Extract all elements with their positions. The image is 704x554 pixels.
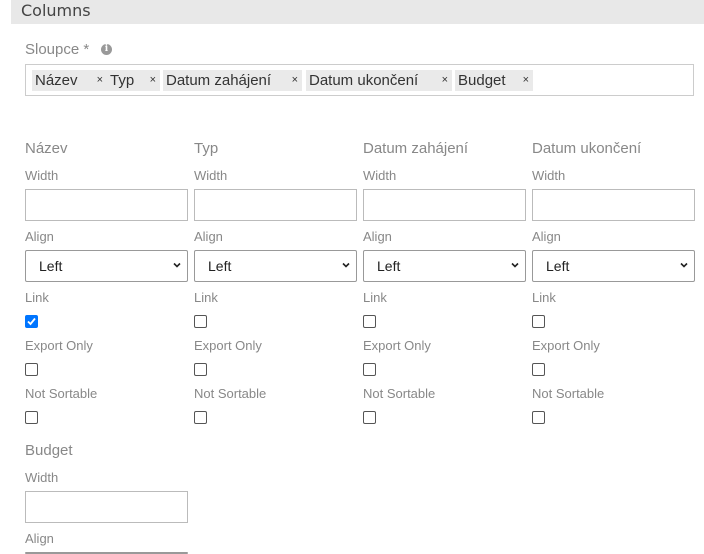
export-only-checkbox[interactable] bbox=[532, 363, 545, 376]
link-checkbox[interactable] bbox=[25, 315, 38, 328]
width-label: Width bbox=[194, 168, 228, 183]
link-checkbox[interactable] bbox=[194, 315, 207, 328]
align-label: Align bbox=[25, 531, 54, 546]
link-checkbox[interactable] bbox=[363, 315, 376, 328]
align-select[interactable]: Left bbox=[194, 250, 357, 282]
info-icon[interactable]: i bbox=[101, 44, 112, 55]
width-label: Width bbox=[25, 168, 59, 183]
sloupce-label: Sloupce * bbox=[25, 41, 90, 58]
not-sortable-checkbox[interactable] bbox=[25, 411, 38, 424]
align-select[interactable]: Left bbox=[25, 250, 188, 282]
column-heading: Datum ukončení bbox=[532, 140, 642, 157]
export-only-checkbox[interactable] bbox=[25, 363, 38, 376]
not-sortable-label: Not Sortable bbox=[194, 386, 267, 401]
chip-label: Datum zahájení bbox=[166, 72, 272, 89]
not-sortable-checkbox[interactable] bbox=[532, 411, 545, 424]
not-sortable-label: Not Sortable bbox=[25, 386, 98, 401]
link-checkbox[interactable] bbox=[532, 315, 545, 328]
export-only-label: Export Only bbox=[532, 338, 600, 353]
chip-label: Název bbox=[35, 72, 78, 89]
width-input[interactable] bbox=[194, 189, 357, 221]
chip-label: Budget bbox=[458, 72, 506, 89]
not-sortable-label: Not Sortable bbox=[532, 386, 605, 401]
chevron-down-icon bbox=[511, 262, 519, 268]
chevron-down-icon bbox=[342, 262, 350, 268]
align-value: Left bbox=[546, 258, 570, 274]
align-label: Align bbox=[532, 229, 561, 244]
chevron-down-icon bbox=[173, 262, 181, 268]
columns-multiselect[interactable]: Název × Typ × Datum zahájení × Datum uko… bbox=[25, 64, 694, 96]
chip-datum-zahajeni: Datum zahájení × bbox=[163, 70, 302, 91]
width-input[interactable] bbox=[532, 189, 695, 221]
close-icon[interactable]: × bbox=[292, 70, 298, 91]
link-label: Link bbox=[194, 290, 218, 305]
close-icon[interactable]: × bbox=[523, 70, 529, 91]
align-label: Align bbox=[25, 229, 54, 244]
align-value: Left bbox=[39, 258, 63, 274]
width-input[interactable] bbox=[25, 189, 188, 221]
not-sortable-label: Not Sortable bbox=[363, 386, 436, 401]
chip-label: Typ bbox=[110, 72, 135, 89]
chip-datum-ukonceni: Datum ukončení × bbox=[306, 70, 452, 91]
align-select[interactable]: Left bbox=[363, 250, 526, 282]
align-label: Align bbox=[194, 229, 223, 244]
export-only-checkbox[interactable] bbox=[194, 363, 207, 376]
column-heading: Datum zahájení bbox=[363, 140, 469, 157]
column-heading: Název bbox=[25, 140, 68, 157]
link-label: Link bbox=[25, 290, 49, 305]
export-only-checkbox[interactable] bbox=[363, 363, 376, 376]
chevron-down-icon bbox=[680, 262, 688, 268]
width-label: Width bbox=[25, 470, 59, 485]
link-label: Link bbox=[532, 290, 556, 305]
close-icon[interactable]: × bbox=[97, 70, 103, 91]
section-title: Columns bbox=[21, 1, 91, 20]
export-only-label: Export Only bbox=[194, 338, 262, 353]
width-input[interactable] bbox=[25, 491, 188, 523]
export-only-label: Export Only bbox=[25, 338, 93, 353]
link-label: Link bbox=[363, 290, 387, 305]
close-icon[interactable]: × bbox=[442, 70, 448, 91]
align-value: Left bbox=[377, 258, 401, 274]
export-only-label: Export Only bbox=[363, 338, 431, 353]
not-sortable-checkbox[interactable] bbox=[194, 411, 207, 424]
chip-nazev: Název × bbox=[32, 70, 107, 91]
align-label: Align bbox=[363, 229, 392, 244]
width-input[interactable] bbox=[363, 189, 526, 221]
column-heading: Budget bbox=[25, 442, 73, 459]
width-label: Width bbox=[532, 168, 566, 183]
not-sortable-checkbox[interactable] bbox=[363, 411, 376, 424]
align-select[interactable]: Left bbox=[532, 250, 695, 282]
chip-budget: Budget × bbox=[455, 70, 533, 91]
column-heading: Typ bbox=[194, 140, 219, 157]
align-value: Left bbox=[208, 258, 232, 274]
chip-typ: Typ × bbox=[107, 70, 160, 91]
section-header bbox=[11, 0, 704, 24]
check-icon bbox=[27, 317, 36, 326]
chip-label: Datum ukončení bbox=[309, 72, 419, 89]
close-icon[interactable]: × bbox=[150, 70, 156, 91]
width-label: Width bbox=[363, 168, 397, 183]
